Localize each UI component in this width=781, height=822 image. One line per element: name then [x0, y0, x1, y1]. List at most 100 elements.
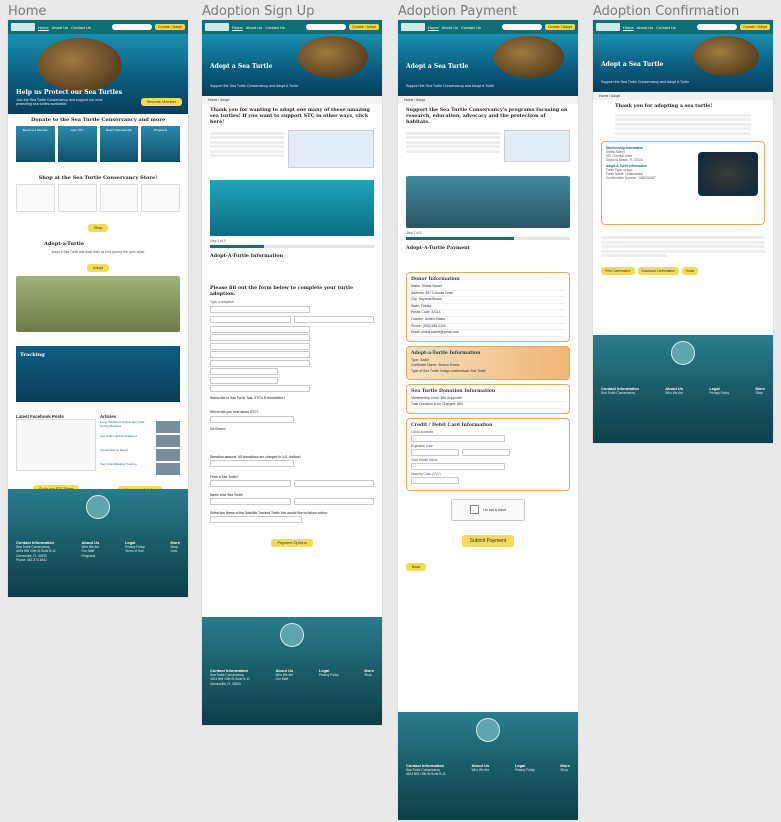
adopt-info-card: Adopt-a-Turtle Information Type: Sadie C… — [406, 345, 570, 380]
breadcrumb: Home / Adopt — [593, 92, 773, 100]
back-button[interactable]: Back — [406, 562, 427, 571]
article-thumbnail[interactable] — [156, 435, 180, 448]
shop-item[interactable] — [57, 184, 97, 212]
shop-item[interactable] — [141, 184, 180, 212]
zip-field[interactable] — [210, 368, 278, 375]
nav-about[interactable]: About Us — [246, 25, 262, 30]
article-link[interactable]: Sea Turtle Migration Tracking — [100, 463, 154, 475]
donate-adopt-button[interactable]: Donate / Adopt — [155, 24, 185, 30]
donation-card: Sea Turtle Donation Information Membersh… — [406, 383, 570, 414]
first-name-field[interactable] — [210, 315, 291, 323]
card-holder-field[interactable] — [411, 463, 506, 471]
progress-bar — [210, 245, 374, 248]
donation-heading: Sea Turtle Donation Information — [411, 388, 496, 394]
article-link[interactable]: Sea Turtle Lighting Guidelines — [100, 435, 154, 447]
nav-contact[interactable]: Contact Us — [265, 25, 285, 30]
become-member-button[interactable]: Become Member — [141, 98, 182, 106]
nav-home[interactable]: Home — [38, 25, 49, 30]
card-label: Card Holder Name — [411, 457, 438, 462]
shop-item[interactable] — [99, 184, 139, 212]
address-field[interactable] — [210, 325, 311, 333]
article-link[interactable]: Living Shorelines Protect Sea Turtle Nes… — [100, 421, 154, 433]
nav-contact[interactable]: Contact Us — [71, 25, 91, 30]
article-thumbnail[interactable] — [156, 449, 180, 462]
article-thumbnail[interactable] — [156, 463, 180, 476]
nav-contact[interactable]: Contact Us — [656, 25, 676, 30]
cvv-field[interactable] — [411, 477, 460, 485]
state-select[interactable] — [210, 351, 311, 358]
phone-field[interactable] — [210, 376, 278, 384]
article-link[interactable]: Annual Nesting Report — [100, 449, 154, 461]
card-number-field[interactable] — [411, 435, 506, 443]
adopt-button[interactable]: Adopt — [87, 264, 109, 273]
print-confirmation-button[interactable]: Print Confirmation — [601, 266, 635, 275]
leatherback-turtle-photo — [698, 151, 758, 196]
card-label: Security Code (CVV) — [411, 471, 441, 476]
adoption-type-select[interactable] — [210, 305, 311, 313]
donate-tile[interactable]: Give STC — [57, 126, 97, 162]
last-name-field[interactable] — [293, 315, 374, 323]
email-field[interactable] — [210, 385, 311, 392]
submit-payment-button[interactable]: Submit Payment — [461, 534, 515, 547]
city-field[interactable] — [210, 342, 311, 350]
nav-about[interactable]: About Us — [442, 25, 458, 30]
footer-more: More Shop — [560, 763, 570, 773]
download-confirmation-button[interactable]: Download Confirmation — [637, 266, 679, 275]
country-select[interactable] — [210, 359, 311, 367]
nav-contact[interactable]: Contact Us — [461, 25, 481, 30]
exp-month-field[interactable] — [411, 449, 460, 457]
address2-field[interactable] — [210, 334, 311, 341]
footer-contact: Contact Information Sea Turtle Conservanc… — [210, 668, 250, 686]
from-last-field[interactable] — [293, 480, 374, 487]
search-input[interactable] — [502, 24, 543, 30]
main-nav: Home About Us Contact Us Donate / Adopt — [202, 20, 382, 34]
adopt-info-line: Type of Sea Turtle: Indigo Leatherback S… — [411, 368, 486, 373]
facebook-feed[interactable] — [16, 419, 96, 472]
payment-frame: Home About Us Contact Us Donate / Adopt … — [398, 20, 578, 820]
hero-title: Adopt a Sea Turtle — [601, 61, 664, 68]
search-input[interactable] — [112, 24, 153, 30]
exp-year-field[interactable] — [462, 449, 511, 457]
hear-select[interactable] — [210, 415, 294, 423]
amount-select[interactable] — [210, 460, 294, 467]
board-title-signup: Adoption Sign Up — [202, 4, 315, 19]
stc-logo[interactable] — [401, 23, 425, 31]
payment-options-button[interactable]: Payment Options — [271, 538, 313, 547]
article-thumbnail[interactable] — [156, 421, 180, 434]
captcha-checkbox[interactable] — [470, 505, 480, 515]
donate-tile[interactable]: Beach Membership — [99, 126, 139, 162]
stc-logo[interactable] — [205, 23, 229, 31]
donate-tiles: Become a Member Give STC Beach Membershi… — [8, 126, 188, 162]
turtle-name-first[interactable] — [210, 498, 291, 505]
signup-frame: Home About Us Contact Us Donate / Adopt … — [202, 20, 382, 725]
donate-adopt-button[interactable]: Donate / Adopt — [545, 24, 575, 30]
nav-about[interactable]: About Us — [637, 25, 653, 30]
home-button[interactable]: Home — [681, 266, 699, 275]
turtle-name-last[interactable] — [293, 498, 374, 505]
nav-home[interactable]: Home — [232, 25, 243, 30]
turtle-image — [298, 36, 368, 78]
site-footer: Contact Information Sea Turtle Conservanc… — [398, 712, 578, 820]
shop-heading: Shop at the Sea Turtle Conservancy Store… — [38, 175, 158, 181]
nav-home[interactable]: Home — [428, 25, 439, 30]
donate-tile[interactable]: Become a Member — [16, 126, 55, 162]
donate-tile[interactable]: Programs — [141, 126, 180, 162]
hear-label: Where did you hear about STC? — [210, 410, 259, 414]
tracked-turtle-select[interactable] — [210, 516, 303, 523]
donate-adopt-button[interactable]: Donate / Adopt — [740, 24, 770, 30]
shop-button[interactable]: Shop — [87, 224, 109, 232]
donor-line: Country: United States — [411, 317, 565, 324]
donate-adopt-button[interactable]: Donate / Adopt — [349, 24, 379, 30]
from-first-field[interactable] — [210, 480, 291, 487]
search-input[interactable] — [306, 24, 347, 30]
turtle-closeup-photo — [406, 176, 570, 228]
hero-title: Help us Protect our Sea Turtles — [16, 89, 123, 96]
search-input[interactable] — [697, 24, 738, 30]
stc-logo[interactable] — [11, 23, 35, 31]
nav-home[interactable]: Home — [623, 25, 634, 30]
shop-item[interactable] — [16, 184, 55, 212]
nav-about[interactable]: About Us — [52, 25, 68, 30]
step-indicator: Step 1 of 3 — [210, 239, 226, 243]
recaptcha[interactable]: I'm not a robot — [451, 498, 525, 521]
stc-logo[interactable] — [596, 23, 620, 31]
